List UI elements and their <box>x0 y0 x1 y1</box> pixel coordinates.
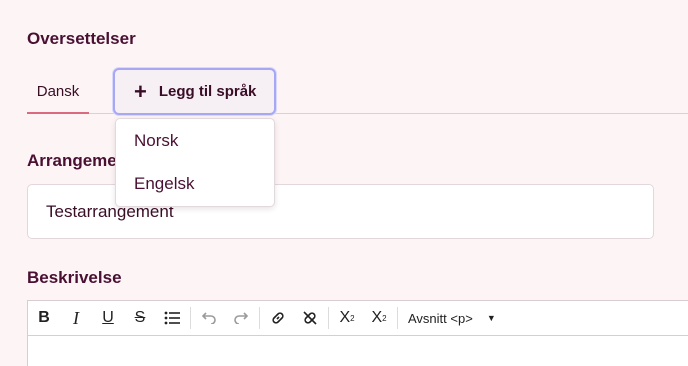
language-option-norsk[interactable]: Norsk <box>134 131 178 151</box>
toolbar-separator <box>190 307 191 329</box>
paragraph-format-label: Avsnitt <p> <box>408 310 473 326</box>
language-dropdown: Norsk Engelsk <box>115 118 275 207</box>
superscript-icon[interactable]: X2 <box>363 301 395 335</box>
paragraph-format-select[interactable]: Avsnitt <p> ▼ <box>400 311 496 326</box>
undo-icon[interactable] <box>193 301 225 335</box>
section-title: Oversettelser <box>27 29 136 48</box>
unlink-icon[interactable] <box>294 301 326 335</box>
tab-dansk[interactable]: Dansk <box>27 70 89 114</box>
toolbar-separator <box>328 307 329 329</box>
strikethrough-icon[interactable]: S <box>124 301 156 335</box>
caret-down-icon: ▼ <box>486 313 496 323</box>
toolbar-separator <box>259 307 260 329</box>
description-label: Beskrivelse <box>27 268 122 287</box>
description-editor[interactable]: B I U S X2 X2 Avsnitt <p> ▼ <box>27 300 688 366</box>
add-language-label: Legg til språk <box>158 83 257 100</box>
add-language-button[interactable]: + Legg til språk <box>113 68 276 115</box>
bullet-list-icon[interactable] <box>156 301 188 335</box>
language-option-engelsk[interactable]: Engelsk <box>134 174 194 194</box>
bold-icon[interactable]: B <box>28 301 60 335</box>
plus-icon: + <box>134 78 147 104</box>
toolbar-separator <box>397 307 398 329</box>
underline-icon[interactable]: U <box>92 301 124 335</box>
link-icon[interactable] <box>262 301 294 335</box>
subscript-icon[interactable]: X2 <box>331 301 363 335</box>
italic-icon[interactable]: I <box>60 301 92 335</box>
editor-toolbar: B I U S X2 X2 Avsnitt <p> ▼ <box>28 301 688 336</box>
redo-icon[interactable] <box>225 301 257 335</box>
